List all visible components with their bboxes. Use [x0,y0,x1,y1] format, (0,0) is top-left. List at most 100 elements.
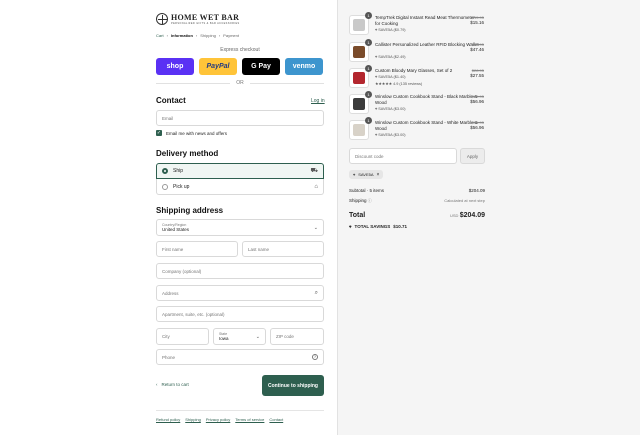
help-icon[interactable]: ? [312,354,318,360]
help-icon[interactable]: ⓘ [368,198,372,203]
brand-tagline: PERSONALIZED GIFTS & BAR ACCESSORIES [171,21,240,25]
shop-pay-label: shop [166,63,184,70]
phone-placeholder: Phone [162,354,176,360]
sale-price: $56.96 [470,125,484,130]
sale-price: $56.96 [470,99,484,104]
total-label: Total [349,212,366,219]
contact-link[interactable]: Contact [269,417,283,422]
state-select[interactable]: State Iowa ⌄ [213,328,266,345]
breadcrumb-shipping: Shipping [200,33,216,38]
discount-tag: ⌖ SAVE5A ($3.00) [375,107,406,111]
apartment-placeholder: Apartment, suite, etc. (optional) [162,311,225,317]
shipping-address-heading: Shipping address [156,206,224,215]
contact-heading: Contact [156,96,186,105]
paypal-button[interactable]: PayPal [199,58,237,75]
newsletter-option[interactable]: ✓ Email me with news and offers [156,130,227,136]
breadcrumb-cart[interactable]: Cart [156,33,164,38]
city-field[interactable]: City [156,328,209,345]
apply-label: Apply [466,153,479,159]
state-value: Iowa [219,336,229,341]
discount-amount: SAVE5A ($0.79) [378,28,406,32]
tag-icon: ⌖ [353,172,356,177]
tag-icon: ⌖ [375,107,378,111]
discount-amount: SAVE5A ($3.00) [378,107,406,111]
newsletter-label: Email me with news and offers [166,130,227,136]
express-checkout-label: Express checkout [220,47,260,53]
brand-logo[interactable]: HOME WET BAR PERSONALIZED GIFTS & BAR AC… [156,13,240,25]
compass-icon [156,13,168,25]
quantity-badge: 1 [365,39,372,46]
chevron-right-icon: › [166,33,168,38]
apartment-field[interactable]: Apartment, suite, etc. (optional) [156,306,324,322]
radio-unselected-icon [162,183,168,190]
shop-pay-button[interactable]: shop [156,58,194,75]
email-field[interactable]: Email [156,110,324,126]
discount-tag: ⌖ SAVE5A ($2.49) [375,55,406,59]
quantity-badge: 1 [365,12,372,19]
delivery-ship-option[interactable]: Ship ⛟ [156,163,324,179]
savings-label: TOTAL SAVINGS [354,224,391,229]
store-icon: ⌂ [314,183,318,190]
sale-price: $15.16 [470,20,484,25]
footer-links: Refund policy Shipping Privacy policy Te… [156,417,283,422]
return-to-cart-link[interactable]: ‹ Return to cart [156,382,189,387]
address-field[interactable]: Address ⌕ [156,285,324,301]
product-rating: ★★★★★ 4.9 (135 reviews) [375,82,423,86]
checkbox-checked-icon[interactable]: ✓ [156,130,162,136]
discount-amount: SAVE5A ($1.40) [378,75,406,79]
currency-code: USD [449,213,459,218]
login-link[interactable]: Log in [311,98,325,104]
tag-icon: ⌖ [375,55,378,59]
discount-amount: SAVE5A ($3.00) [378,133,406,137]
zip-placeholder: ZIP code [276,334,294,339]
google-pay-label: G Pay [251,63,271,70]
item-price: $49.95 $47.46 [452,42,484,52]
refund-policy-link[interactable]: Refund policy [156,417,180,422]
search-icon: ⌕ [314,289,318,296]
breadcrumb: Cart › Information › Shipping › Payment [156,33,239,38]
savings-value: $10.71 [393,224,407,229]
tag-icon: ⌖ [375,133,378,137]
quantity-badge: 1 [365,91,372,98]
breadcrumb-information: Information [170,33,193,38]
shipping-policy-link[interactable]: Shipping [185,417,201,422]
continue-to-shipping-button[interactable]: Continue to shipping [262,375,324,396]
total-savings: ⌖ TOTAL SAVINGS $10.71 [349,224,407,229]
privacy-policy-link[interactable]: Privacy policy [206,417,230,422]
phone-field[interactable]: Phone ? [156,349,324,365]
radio-selected-icon [162,168,168,174]
venmo-label: venmo [292,63,316,70]
last-name-field[interactable]: Last name [242,241,324,257]
terms-link[interactable]: Terms of service [235,417,264,422]
tag-icon: ⌖ [375,75,378,79]
discount-tag: ⌖ SAVE5A ($3.00) [375,133,406,137]
return-label: Return to cart [161,382,189,387]
applied-code: SAVE5A [358,172,374,177]
total-amount-group: USD $204.09 [450,212,485,219]
sale-price: $27.55 [470,73,484,78]
checkout-form-panel: HOME WET BAR PERSONALIZED GIFTS & BAR AC… [0,0,337,435]
venmo-button[interactable]: venmo [285,58,323,75]
shipping-label-group: Shipping ⓘ [349,198,372,204]
google-pay-button[interactable]: G Pay [242,58,280,75]
shipping-row: Shipping ⓘ Calculated at next step [349,198,485,204]
applied-discount-chip: ⌖ SAVE5A × [349,170,384,179]
apply-discount-button[interactable]: Apply [460,148,485,164]
total-value: $204.09 [459,212,485,219]
delivery-pickup-option[interactable]: Pick up ⌂ [156,179,324,195]
chevron-down-icon: ⌄ [255,334,260,340]
tag-icon: ⌖ [375,28,378,32]
chevron-down-icon: ⌄ [313,225,318,231]
first-name-field[interactable]: First name [156,241,238,257]
continue-label: Continue to shipping [268,382,318,389]
chevron-right-icon: › [195,33,198,38]
zip-field[interactable]: ZIP code [270,328,324,345]
remove-discount-icon[interactable]: × [377,172,380,178]
discount-code-input[interactable]: Discount code [349,148,457,164]
country-select[interactable]: Country/Region United States ⌄ [156,219,324,236]
shipping-label: Shipping [349,198,367,203]
subtotal-value: $204.09 [468,188,485,193]
item-price: $15.95 $15.16 [452,15,484,25]
company-field[interactable]: Company (optional) [156,263,324,279]
subtotal-row: Subtotal · 5 items $204.09 [349,188,485,193]
